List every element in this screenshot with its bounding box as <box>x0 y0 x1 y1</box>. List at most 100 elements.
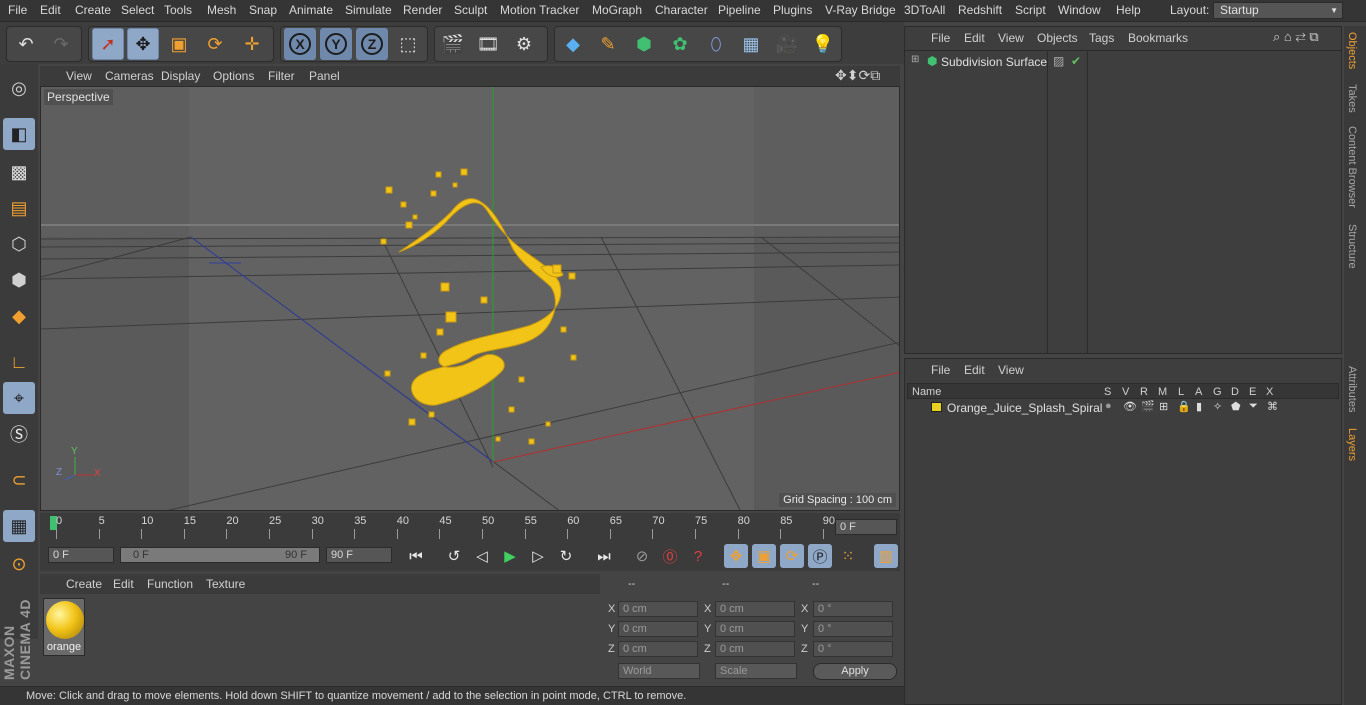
play-icon[interactable]: ▶ <box>498 544 522 568</box>
object-manager-nav-icons[interactable]: ⌕ ⌂ ⇄ ⧉ <box>1273 29 1319 45</box>
size-z-field[interactable]: 0 cm <box>715 641 795 657</box>
tab-structure[interactable]: Structure <box>1346 224 1358 269</box>
menu-redshift[interactable]: Redshift <box>958 3 1002 17</box>
col-locked[interactable]: L <box>1178 386 1184 398</box>
layer-manager-icon[interactable]: ⊞ <box>1159 400 1168 413</box>
coord-scale-select[interactable]: Scale <box>715 663 797 679</box>
layer-expression-icon[interactable]: ⏷ <box>1249 400 1258 413</box>
objects-menu-edit[interactable]: Edit <box>964 31 985 45</box>
col-expressions[interactable]: E <box>1249 386 1256 398</box>
solo-icon[interactable]: Ⓢ <box>3 418 35 450</box>
col-generators[interactable]: G <box>1213 386 1222 398</box>
layer-solo-icon[interactable]: ● <box>1105 400 1112 412</box>
menu-render[interactable]: Render <box>403 3 442 17</box>
material-menu-edit[interactable]: Edit <box>113 577 134 591</box>
key-position-icon[interactable]: ✥ <box>724 544 748 568</box>
subdivision-icon[interactable]: ⬢ <box>628 28 660 60</box>
tab-layers[interactable]: Layers <box>1346 428 1358 461</box>
coordinate-system-icon[interactable]: ⬚ <box>392 28 424 60</box>
goto-start-icon[interactable]: ⏮ <box>404 544 428 568</box>
expand-icon[interactable]: ⊞ <box>911 54 919 65</box>
polygons-mode-icon[interactable]: ◆ <box>3 300 35 332</box>
objects-menu-bookmarks[interactable]: Bookmarks <box>1128 31 1188 45</box>
menu-mesh[interactable]: Mesh <box>207 3 236 17</box>
objects-menu-view[interactable]: View <box>998 31 1024 45</box>
menu-script[interactable]: Script <box>1015 3 1046 17</box>
prev-frame-icon[interactable]: ◁ <box>470 544 494 568</box>
viewport-menu-cameras[interactable]: Cameras <box>105 69 154 83</box>
record-keys-icon[interactable]: ⊘ <box>630 544 654 568</box>
viewport-nav-icons[interactable]: ✥⬍⟳⧉ <box>835 67 880 84</box>
workplane-lock-icon[interactable]: ▦ <box>3 510 35 542</box>
objects-menu-file[interactable]: File <box>931 31 950 45</box>
start-frame-field[interactable]: 0 F <box>48 547 114 563</box>
prev-key-icon[interactable]: ↺ <box>442 544 466 568</box>
timeline-ruler[interactable]: 0 5 10 15 20 25 30 35 40 45 50 55 60 65 70 75 80 85 90 0 F <box>40 513 900 541</box>
menu-edit[interactable]: Edit <box>40 3 61 17</box>
menu-motion-tracker[interactable]: Motion Tracker <box>500 3 579 17</box>
col-manager[interactable]: M <box>1158 386 1167 398</box>
key-scale-icon[interactable]: ▣ <box>752 544 776 568</box>
deformer-icon[interactable]: ⬯ <box>700 28 732 60</box>
tab-content-browser[interactable]: Content Browser <box>1346 126 1358 208</box>
rotate-tool-icon[interactable]: ⟳ <box>199 28 231 60</box>
scale-tool-icon[interactable]: ▣ <box>163 28 195 60</box>
make-editable-icon[interactable]: ◎ <box>3 72 35 104</box>
menu-tools[interactable]: Tools <box>164 3 192 17</box>
axis-y-lock-button[interactable]: Y <box>320 28 352 60</box>
menu-select[interactable]: Select <box>121 3 154 17</box>
rotation-p-field[interactable]: 0 ° <box>813 621 893 637</box>
layer-color-swatch[interactable] <box>931 402 942 412</box>
layer-name[interactable]: Orange_Juice_Splash_Spiral <box>947 401 1102 415</box>
rotation-h-field[interactable]: 0 ° <box>813 601 893 617</box>
layers-menu-edit[interactable]: Edit <box>964 363 985 377</box>
apply-button[interactable]: Apply <box>813 663 897 680</box>
menu-help[interactable]: Help <box>1116 3 1141 17</box>
layer-lock-icon[interactable]: 🔒 <box>1177 400 1191 413</box>
pen-spline-icon[interactable]: ✎ <box>592 28 624 60</box>
menu-vray-bridge[interactable]: V-Ray Bridge <box>825 3 896 17</box>
menu-plugins[interactable]: Plugins <box>773 3 812 17</box>
viewport-menu-view[interactable]: View <box>66 69 92 83</box>
tab-takes[interactable]: Takes <box>1346 84 1358 113</box>
col-solo[interactable]: S <box>1104 386 1111 398</box>
redo-icon[interactable]: ↷ <box>45 28 77 60</box>
viewport-menu-display[interactable]: Display <box>161 69 200 83</box>
axis-mode-icon[interactable]: ∟ <box>3 346 35 378</box>
layer-xref-icon[interactable]: ⌘ <box>1267 400 1278 413</box>
position-z-field[interactable]: 0 cm <box>618 641 698 657</box>
points-mode-icon[interactable]: ⬡ <box>3 228 35 260</box>
menu-snap[interactable]: Snap <box>249 3 277 17</box>
menu-file[interactable]: File <box>8 3 27 17</box>
menu-animate[interactable]: Animate <box>289 3 333 17</box>
layer-animation-icon[interactable]: ▮ <box>1196 400 1202 413</box>
cube-icon[interactable]: ◆ <box>557 28 589 60</box>
col-xref[interactable]: X <box>1266 386 1273 398</box>
move-tool-icon[interactable]: ✥ <box>127 28 159 60</box>
menu-3dtoall[interactable]: 3DToAll <box>904 3 945 17</box>
texture-mode-icon[interactable]: ▩ <box>3 156 35 188</box>
layout-select[interactable]: Startup <box>1213 2 1343 19</box>
tweak-mode-icon[interactable]: ⌖ <box>3 382 35 414</box>
layer-generator-icon[interactable]: ✧ <box>1213 400 1222 413</box>
keyframe-selection-icon[interactable]: ? <box>686 544 710 568</box>
col-view[interactable]: V <box>1122 386 1129 398</box>
end-frame-field[interactable]: 90 F <box>326 547 392 563</box>
tab-objects[interactable]: Objects <box>1346 32 1358 69</box>
key-parameter-icon[interactable]: Ⓟ <box>808 544 832 568</box>
range-slider[interactable]: 0 F 90 F <box>120 547 320 563</box>
menu-window[interactable]: Window <box>1058 3 1101 17</box>
current-frame-field[interactable]: 0 F <box>835 519 897 535</box>
objects-menu-tags[interactable]: Tags <box>1089 31 1114 45</box>
rotation-b-field[interactable]: 0 ° <box>813 641 893 657</box>
layer-deformer-icon[interactable]: ⬟ <box>1231 400 1241 413</box>
material-menu-create[interactable]: Create <box>66 577 102 591</box>
menu-mograph[interactable]: MoGraph <box>592 3 642 17</box>
undo-icon[interactable]: ↶ <box>10 28 42 60</box>
layers-menu-view[interactable]: View <box>998 363 1024 377</box>
timeline-window-icon[interactable]: ▥ <box>874 544 898 568</box>
col-deformers[interactable]: D <box>1231 386 1239 398</box>
menu-simulate[interactable]: Simulate <box>345 3 392 17</box>
goto-end-icon[interactable]: ⏭ <box>592 544 616 568</box>
snap-icon[interactable]: ⊂ <box>3 464 35 496</box>
